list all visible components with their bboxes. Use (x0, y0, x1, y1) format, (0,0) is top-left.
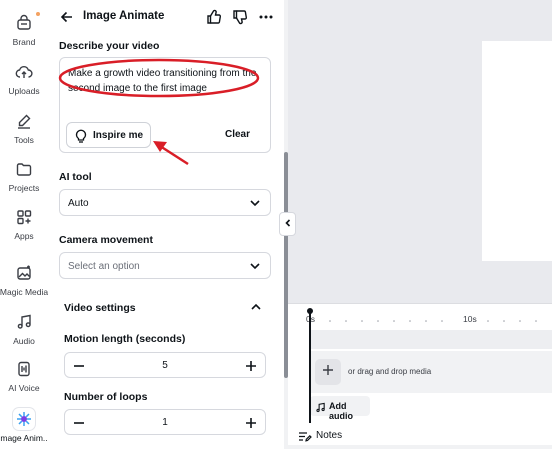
timeline-ruler[interactable]: 0s 10s (288, 304, 552, 332)
left-rail: Brand Uploads Tools Projects Apps Magic … (0, 0, 50, 449)
inspire-me-label: Inspire me (93, 130, 144, 141)
description-text[interactable]: Make a growth video transitioning from t… (68, 67, 266, 96)
ruler-ticks (329, 320, 537, 322)
chevron-up-icon[interactable] (249, 300, 263, 319)
camera-movement-label: Camera movement (59, 234, 153, 246)
rail-item-brand[interactable]: Brand (0, 12, 48, 47)
description-textarea[interactable]: Make a growth video transitioning from t… (59, 57, 271, 153)
camera-movement-select[interactable]: Select an option (59, 252, 271, 279)
collapse-panel-button[interactable] (279, 212, 296, 236)
rail-item-label: Audio (13, 336, 35, 346)
rail-item-ai-voice[interactable]: AI Voice (0, 358, 48, 393)
plus-icon[interactable] (244, 359, 258, 373)
rail-item-magic-media[interactable]: Magic Media (0, 262, 48, 297)
playhead[interactable] (309, 313, 311, 423)
image-animate-panel: Image Animate Describe your video Make a… (48, 0, 284, 449)
media-drop-track[interactable]: or drag and drop media (310, 351, 552, 393)
chevron-down-icon (248, 196, 262, 210)
ai-voice-icon (13, 358, 35, 380)
rail-item-uploads[interactable]: Uploads (0, 61, 48, 96)
chevron-left-icon (283, 215, 293, 233)
bottom-bar (288, 445, 552, 449)
timeline: 0s 10s or drag and drop media Add audio … (288, 303, 552, 449)
panel-header: Image Animate (48, 0, 284, 34)
more-options-icon[interactable] (257, 8, 275, 26)
motion-length-stepper[interactable]: 5 (64, 352, 266, 378)
image-animate-app-icon (13, 408, 35, 430)
rail-item-image-animate[interactable]: Image Anim... (0, 408, 50, 443)
thumbs-down-icon[interactable] (231, 8, 249, 26)
notes-label: Notes (316, 430, 343, 441)
panel-title: Image Animate (83, 10, 165, 22)
rail-item-label: Image Anim... (0, 433, 50, 443)
back-arrow-icon[interactable] (58, 8, 76, 26)
plus-icon[interactable] (244, 416, 258, 430)
camera-movement-placeholder: Select an option (68, 261, 140, 272)
drag-drop-hint: or drag and drop media (348, 367, 432, 376)
ai-tool-label: AI tool (59, 171, 92, 183)
rail-item-label: Projects (8, 183, 40, 193)
inspire-me-button[interactable]: Inspire me (66, 122, 151, 148)
rail-item-label: Apps (14, 231, 34, 241)
number-of-loops-value[interactable]: 1 (65, 417, 265, 428)
folder-icon (13, 158, 35, 180)
rail-item-audio[interactable]: Audio (0, 311, 48, 346)
video-track[interactable] (310, 330, 552, 349)
rail-item-label: AI Voice (8, 383, 40, 393)
apps-grid-icon (13, 206, 35, 228)
rail-item-label: Brand (12, 37, 36, 47)
music-note-icon (13, 311, 35, 333)
add-media-button[interactable] (315, 359, 341, 385)
ai-tool-value: Auto (68, 198, 89, 209)
clear-button[interactable]: Clear (225, 129, 250, 140)
motion-length-label: Motion length (seconds) (64, 333, 186, 345)
lightbulb-icon (74, 128, 88, 148)
describe-label: Describe your video (59, 40, 160, 52)
notification-dot (36, 12, 40, 16)
canvas-page[interactable] (482, 41, 552, 261)
pen-tool-icon (13, 110, 35, 132)
number-of-loops-label: Number of loops (64, 391, 148, 403)
plus-icon (321, 363, 335, 382)
motion-length-value[interactable]: 5 (65, 360, 265, 371)
rail-item-projects[interactable]: Projects (0, 158, 48, 193)
number-of-loops-stepper[interactable]: 1 (64, 409, 266, 435)
video-settings-label: Video settings (64, 302, 136, 314)
rail-item-label: Magic Media (0, 287, 49, 297)
chevron-down-icon (248, 259, 262, 273)
brand-icon (13, 12, 35, 34)
rail-item-label: Uploads (8, 86, 40, 96)
add-audio-button[interactable]: Add audio (310, 396, 370, 421)
thumbs-up-icon[interactable] (205, 8, 223, 26)
add-audio-label: Add audio (329, 401, 353, 421)
music-note-icon (315, 400, 326, 418)
rail-item-apps[interactable]: Apps (0, 206, 48, 241)
magic-media-icon (13, 262, 35, 284)
ai-tool-select[interactable]: Auto (59, 189, 271, 216)
rail-item-label: Tools (14, 135, 34, 145)
rail-item-tools[interactable]: Tools (0, 110, 48, 145)
upload-cloud-icon (13, 61, 35, 83)
